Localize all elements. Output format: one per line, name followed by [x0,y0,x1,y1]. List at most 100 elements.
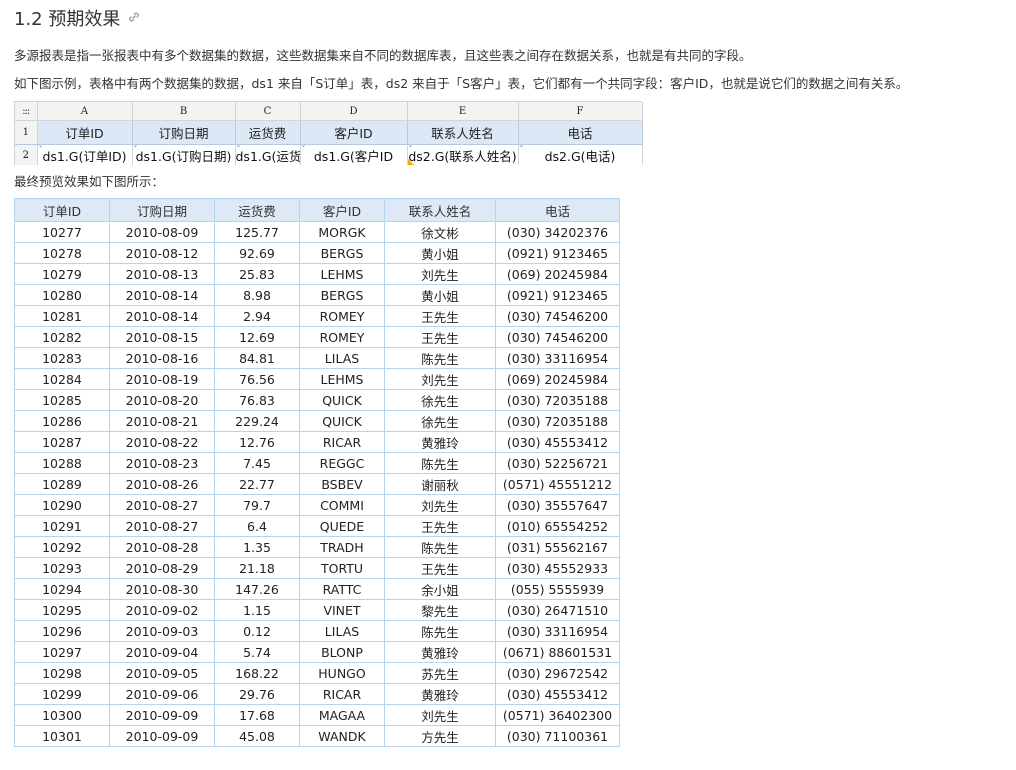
phone-cell: (030) 45553412 [495,431,620,453]
designer-formula-cell[interactable]: ˇ ds1.G(客户ID [300,144,408,165]
phone-cell: (030) 45553412 [495,683,620,705]
table-row: 10282 2010-08-15 12.69 ROMEY 王先生 (030) 745462… [14,326,620,348]
order-date-cell: 2010-08-27 [109,515,215,537]
phone-cell: (030) 72035188 [495,389,620,411]
table-row: 10292 2010-08-28 1.35 TRADH 陈先生 (031) 5556216… [14,536,620,558]
contact-name-cell: 黄小姐 [384,284,496,306]
table-row: 10279 2010-08-13 25.83 LEHMS 刘先生 (069) 202459… [14,263,620,285]
preview-table-body: 10277 2010-08-09 125.77 MORGK 徐文彬 (030) 34202… [14,221,620,747]
order-date-cell: 2010-08-12 [109,242,215,264]
phone-cell: (055) 5555939 [495,578,620,600]
order-id-cell: 10295 [14,599,110,621]
freight-cell: 92.69 [214,242,300,264]
order-date-cell: 2010-08-20 [109,389,215,411]
contact-name-cell: 陈先生 [384,536,496,558]
customer-id-cell: BERGS [299,242,385,264]
table-row: 10290 2010-08-27 79.7 COMMI 刘先生 (030) 3555764… [14,494,620,516]
table-row: 10284 2010-08-19 76.56 LEHMS 刘先生 (069) 202459… [14,368,620,390]
designer-col-header[interactable]: E [407,102,519,121]
preview-header-row: 订单ID 订购日期 运货费 客户ID 联系人姓名 电话 [14,198,620,222]
designer-col-header[interactable]: F [518,102,643,121]
designer-header-cell[interactable]: 电话 [518,120,643,145]
contact-name-cell: 黎先生 [384,599,496,621]
customer-id-cell: QUICK [299,389,385,411]
table-row: 10288 2010-08-23 7.45 REGGC 陈先生 (030) 5225672… [14,452,620,474]
formula-text: ds1.G(订购日期) [135,148,232,164]
designer-formula-cell[interactable]: ˇ ds1.G(订购日期) [132,144,236,165]
contact-name-cell: 陈先生 [384,452,496,474]
customer-id-cell: LEHMS [299,368,385,390]
expand-down-icon: ˇ [301,145,306,154]
freight-cell: 1.35 [214,536,300,558]
designer-row-number[interactable]: 2 [15,144,38,165]
designer-formula-row: 2 ˇds1.G(订单ID) ˇds1.G(订购日期) ˇds1.G(运货费) … [15,144,643,165]
grid-corner-icon[interactable]: ::: [15,102,38,121]
designer-header-cell[interactable]: 联系人姓名 [407,120,519,145]
freight-cell: 1.15 [214,599,300,621]
designer-col-header[interactable]: B [132,102,236,121]
freight-cell: 25.83 [214,263,300,285]
customer-id-cell: QUEDE [299,515,385,537]
link-icon[interactable] [128,6,140,30]
freight-cell: 79.7 [214,494,300,516]
freight-cell: 21.18 [214,557,300,579]
order-id-cell: 10290 [14,494,110,516]
phone-cell: (030) 71100361 [495,725,620,747]
table-row: 10297 2010-09-04 5.74 BLONP 黄雅玲 (0671) 886015… [14,641,620,663]
freight-cell: 168.22 [214,662,300,684]
order-date-cell: 2010-08-14 [109,284,215,306]
contact-name-cell: 陈先生 [384,347,496,369]
designer-header-row: 1 订单ID 订购日期 运货费 客户ID 联系人姓名 电话 [15,120,643,145]
order-id-cell: 10285 [14,389,110,411]
designer-formula-cell[interactable]: ˇ ds2.G(联系人姓名) [407,144,519,165]
designer-col-header[interactable]: A [37,102,133,121]
column-header: 运货费 [214,198,300,222]
order-id-cell: 10291 [14,515,110,537]
designer-column-header-row: ::: A B C D E F [15,102,643,121]
designer-header-cell[interactable]: 客户ID [300,120,408,145]
table-row: 10286 2010-08-21 229.24 QUICK 徐先生 (030) 72035… [14,410,620,432]
table-row: 10301 2010-09-09 45.08 WANDK 方先生 (030) 711003… [14,725,620,747]
table-row: 10281 2010-08-14 2.94 ROMEY 王先生 (030) 7454620… [14,305,620,327]
designer-formula-cell[interactable]: ˇds1.G(运货费) [235,144,301,165]
designer-formula-cell[interactable]: ˇ ds1.G(订单ID) [37,144,133,165]
freight-cell: 8.98 [214,284,300,306]
section-heading-text: 1.2 预期效果 [14,9,121,30]
order-id-cell: 10297 [14,641,110,663]
customer-id-cell: MAGAA [299,704,385,726]
table-row: 10299 2010-09-06 29.76 RICAR 黄雅玲 (030) 455534… [14,683,620,705]
order-date-cell: 2010-08-30 [109,578,215,600]
order-date-cell: 2010-08-13 [109,263,215,285]
contact-name-cell: 谢丽秋 [384,473,496,495]
table-row: 10280 2010-08-14 8.98 BERGS 黄小姐 (0921) 912346… [14,284,620,306]
order-date-cell: 2010-08-21 [109,410,215,432]
designer-row-number[interactable]: 1 [15,120,38,145]
customer-id-cell: QUICK [299,410,385,432]
order-date-cell: 2010-09-06 [109,683,215,705]
designer-header-cell[interactable]: 订购日期 [132,120,236,145]
order-id-cell: 10282 [14,326,110,348]
contact-name-cell: 王先生 [384,515,496,537]
freight-cell: 84.81 [214,347,300,369]
designer-col-header[interactable]: C [235,102,301,121]
contact-name-cell: 王先生 [384,326,496,348]
order-id-cell: 10279 [14,263,110,285]
designer-col-header[interactable]: D [300,102,408,121]
designer-formula-cell[interactable]: ˇ ds2.G(电话) [518,144,643,165]
expand-down-icon: ˇ [133,145,138,154]
phone-cell: (0921) 9123465 [495,284,620,306]
formula-text: ds1.G(订单ID) [42,148,127,164]
freight-cell: 5.74 [214,641,300,663]
designer-header-cell[interactable]: 运货费 [235,120,301,145]
designer-header-cell[interactable]: 订单ID [37,120,133,145]
expand-down-icon: ˇ [236,145,241,154]
customer-id-cell: TRADH [299,536,385,558]
contact-name-cell: 徐文彬 [384,221,496,243]
customer-id-cell: LILAS [299,620,385,642]
freight-cell: 6.4 [214,515,300,537]
phone-cell: (0671) 88601531 [495,641,620,663]
customer-id-cell: TORTU [299,557,385,579]
order-date-cell: 2010-08-28 [109,536,215,558]
order-id-cell: 10292 [14,536,110,558]
formula-text: ds1.G(运货费) [235,148,300,164]
